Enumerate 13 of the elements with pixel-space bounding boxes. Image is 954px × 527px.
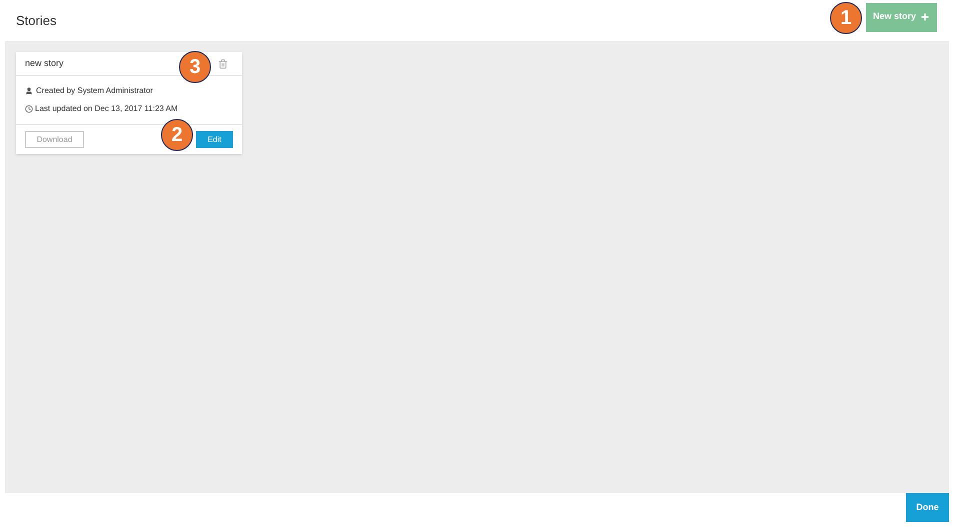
created-by-text: Created by System Administrator <box>36 85 153 97</box>
edit-button[interactable]: Edit <box>196 131 233 148</box>
page-title: Stories <box>16 12 56 30</box>
plus-icon <box>920 12 930 22</box>
callout-marker: 1 <box>830 2 862 34</box>
done-button[interactable]: Done <box>906 493 949 522</box>
story-title: new story <box>25 56 64 70</box>
updated-text: Last updated on Dec 13, 2017 11:23 AM <box>35 103 178 115</box>
delete-icon[interactable] <box>218 58 228 68</box>
user-icon <box>25 87 33 95</box>
clock-icon <box>25 105 33 113</box>
download-button[interactable]: Download <box>25 131 84 148</box>
new-story-button[interactable]: New story <box>866 2 937 32</box>
